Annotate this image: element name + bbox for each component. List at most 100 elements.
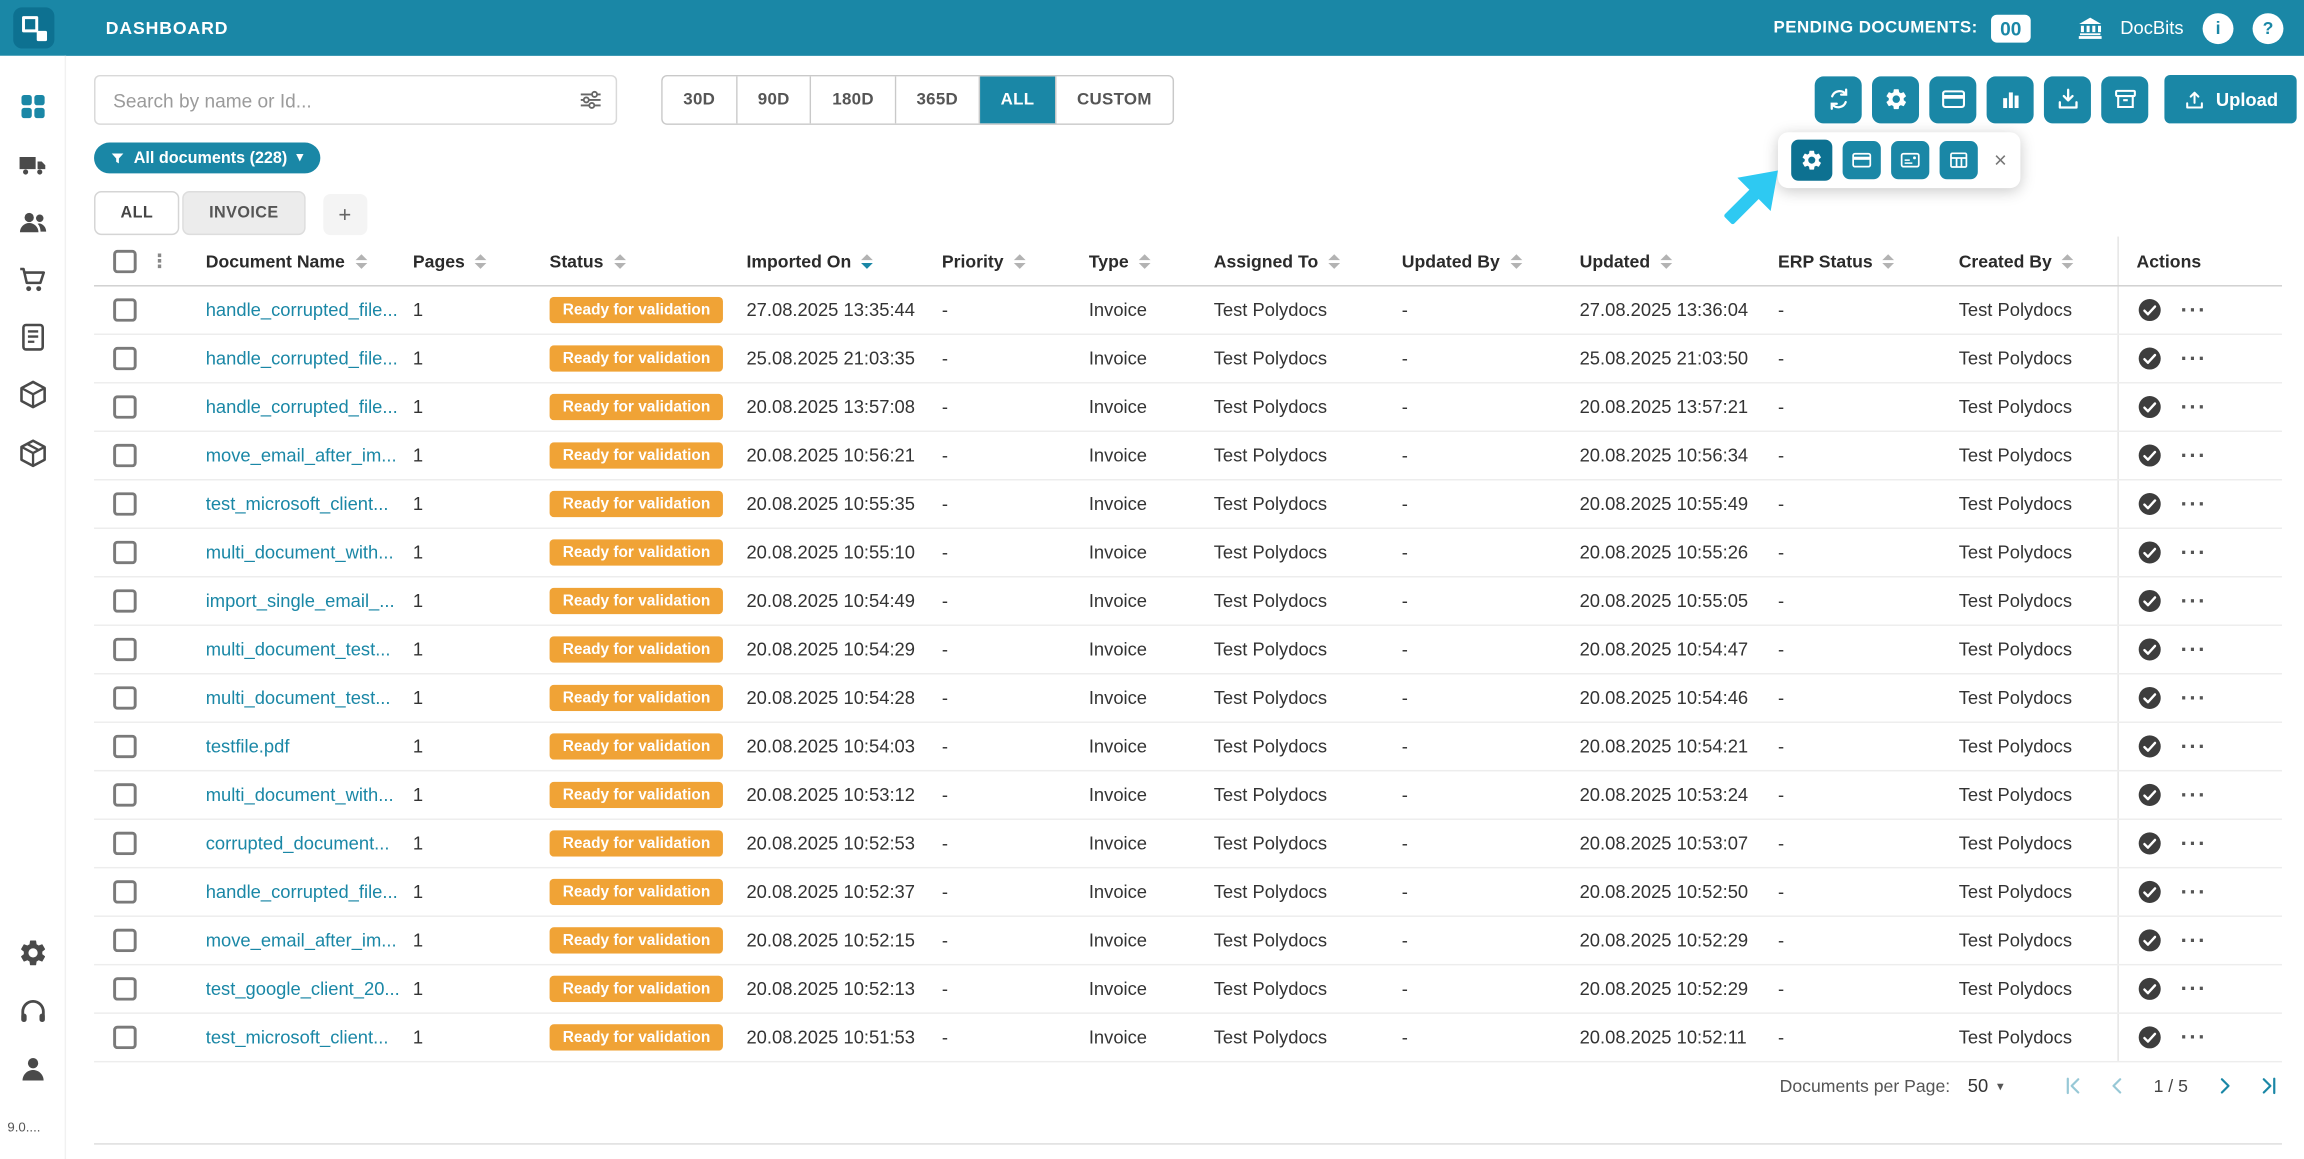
- sort-icon[interactable]: [1139, 253, 1151, 268]
- sort-icon[interactable]: [862, 253, 874, 268]
- sidebar-item-packages[interactable]: [0, 379, 66, 410]
- row-checkbox[interactable]: [113, 298, 137, 322]
- row-menu-button[interactable]: ···: [2181, 541, 2207, 563]
- table-row[interactable]: move_email_after_im... 1 Ready for valid…: [94, 917, 2282, 965]
- validated-icon[interactable]: [2136, 976, 2162, 1002]
- row-checkbox[interactable]: [113, 638, 137, 662]
- last-page-button[interactable]: [2256, 1073, 2282, 1099]
- document-link[interactable]: handle_corrupted_file...: [206, 882, 398, 903]
- sort-icon[interactable]: [1014, 253, 1026, 268]
- row-menu-button[interactable]: ···: [2181, 735, 2207, 757]
- validated-icon[interactable]: [2136, 879, 2162, 905]
- range-button-180d[interactable]: 180D: [812, 76, 896, 123]
- validated-icon[interactable]: [2136, 685, 2162, 711]
- filter-sliders-icon[interactable]: [577, 87, 603, 113]
- table-row[interactable]: multi_document_with... 1 Ready for valid…: [94, 529, 2282, 577]
- sidebar-item-settings[interactable]: [0, 937, 66, 968]
- row-checkbox[interactable]: [113, 686, 137, 710]
- prev-page-button[interactable]: [2104, 1073, 2130, 1099]
- validated-icon[interactable]: [2136, 782, 2162, 808]
- upload-button[interactable]: Upload: [2164, 75, 2297, 123]
- column-options-icon[interactable]: ⋮: [150, 249, 169, 273]
- row-checkbox[interactable]: [113, 977, 137, 1001]
- select-all-checkbox[interactable]: [113, 249, 137, 273]
- row-menu-button[interactable]: ···: [2181, 444, 2207, 466]
- table-row[interactable]: handle_corrupted_file... 1 Ready for val…: [94, 384, 2282, 432]
- app-logo[interactable]: [13, 7, 54, 48]
- document-link[interactable]: test_google_client_20...: [206, 979, 400, 1000]
- column-header-updated[interactable]: Updated: [1580, 251, 1778, 272]
- range-button-30d[interactable]: 30D: [663, 76, 738, 123]
- table-row[interactable]: corrupted_document... 1 Ready for valida…: [94, 820, 2282, 868]
- archive-button[interactable]: [2101, 76, 2148, 123]
- row-checkbox[interactable]: [113, 735, 137, 759]
- validated-icon[interactable]: [2136, 297, 2162, 323]
- column-header-assigned-to[interactable]: Assigned To: [1214, 251, 1402, 272]
- sync-button[interactable]: [1815, 76, 1862, 123]
- row-menu-button[interactable]: ···: [2181, 590, 2207, 612]
- table-row[interactable]: test_microsoft_client... 1 Ready for val…: [94, 1014, 2282, 1062]
- sort-icon[interactable]: [1510, 253, 1522, 268]
- row-menu-button[interactable]: ···: [2181, 978, 2207, 1000]
- row-checkbox[interactable]: [113, 541, 137, 565]
- row-menu-button[interactable]: ···: [2181, 493, 2207, 515]
- table-row[interactable]: move_email_after_im... 1 Ready for valid…: [94, 432, 2282, 480]
- validated-icon[interactable]: [2136, 345, 2162, 371]
- sidebar-item-support[interactable]: [0, 996, 66, 1027]
- next-page-button[interactable]: [2211, 1073, 2237, 1099]
- row-menu-button[interactable]: ···: [2181, 832, 2207, 854]
- tab-all[interactable]: ALL: [94, 191, 180, 235]
- card-view-button[interactable]: [1929, 76, 1976, 123]
- export-button[interactable]: [2044, 76, 2091, 123]
- range-button-all[interactable]: ALL: [980, 76, 1056, 123]
- validated-icon[interactable]: [2136, 830, 2162, 856]
- column-header-document-name[interactable]: Document Name: [206, 251, 413, 272]
- table-row[interactable]: handle_corrupted_file... 1 Ready for val…: [94, 287, 2282, 335]
- search-input[interactable]: [94, 75, 617, 125]
- validated-icon[interactable]: [2136, 636, 2162, 662]
- sidebar-item-dashboard[interactable]: [0, 91, 66, 122]
- row-checkbox[interactable]: [113, 929, 137, 953]
- table-row[interactable]: testfile.pdf 1 Ready for validation 20.0…: [94, 723, 2282, 771]
- table-row[interactable]: multi_document_with... 1 Ready for valid…: [94, 771, 2282, 819]
- sort-icon[interactable]: [2062, 253, 2074, 268]
- row-menu-button[interactable]: ···: [2181, 638, 2207, 660]
- column-header-erp-status[interactable]: ERP Status: [1778, 251, 1959, 272]
- row-checkbox[interactable]: [113, 832, 137, 856]
- validated-icon[interactable]: [2136, 927, 2162, 953]
- range-button-custom[interactable]: CUSTOM: [1056, 76, 1172, 123]
- row-menu-button[interactable]: ···: [2181, 881, 2207, 903]
- column-header-created-by[interactable]: Created By: [1959, 251, 2118, 272]
- row-menu-button[interactable]: ···: [2181, 929, 2207, 951]
- sidebar-item-profile[interactable]: [0, 1054, 66, 1085]
- sort-icon[interactable]: [614, 253, 626, 268]
- row-checkbox[interactable]: [113, 444, 137, 468]
- row-menu-button[interactable]: ···: [2181, 348, 2207, 370]
- document-link[interactable]: testfile.pdf: [206, 736, 290, 757]
- document-link[interactable]: multi_document_with...: [206, 542, 394, 563]
- sidebar-item-shipments[interactable]: [0, 150, 66, 181]
- tab-invoice[interactable]: INVOICE: [183, 191, 305, 235]
- document-link[interactable]: handle_corrupted_file...: [206, 348, 398, 369]
- sidebar-item-orders[interactable]: [0, 264, 66, 295]
- range-button-90d[interactable]: 90D: [737, 76, 812, 123]
- info-button[interactable]: i: [2203, 12, 2234, 43]
- row-checkbox[interactable]: [113, 589, 137, 613]
- document-link[interactable]: test_microsoft_client...: [206, 494, 389, 515]
- table-row[interactable]: handle_corrupted_file... 1 Ready for val…: [94, 868, 2282, 916]
- column-header-updated-by[interactable]: Updated By: [1402, 251, 1580, 272]
- sort-icon[interactable]: [355, 253, 367, 268]
- column-header-status[interactable]: Status: [550, 251, 747, 272]
- table-row[interactable]: multi_document_test... 1 Ready for valid…: [94, 626, 2282, 674]
- document-link[interactable]: handle_corrupted_file...: [206, 397, 398, 418]
- row-checkbox[interactable]: [113, 880, 137, 904]
- row-menu-button[interactable]: ···: [2181, 687, 2207, 709]
- row-checkbox[interactable]: [113, 492, 137, 516]
- document-link[interactable]: move_email_after_im...: [206, 930, 397, 951]
- per-page-select[interactable]: 50 ▾: [1968, 1076, 2004, 1097]
- validated-icon[interactable]: [2136, 588, 2162, 614]
- sort-icon[interactable]: [1329, 253, 1341, 268]
- sort-icon[interactable]: [1883, 253, 1895, 268]
- row-checkbox[interactable]: [113, 347, 137, 371]
- document-link[interactable]: test_microsoft_client...: [206, 1027, 389, 1048]
